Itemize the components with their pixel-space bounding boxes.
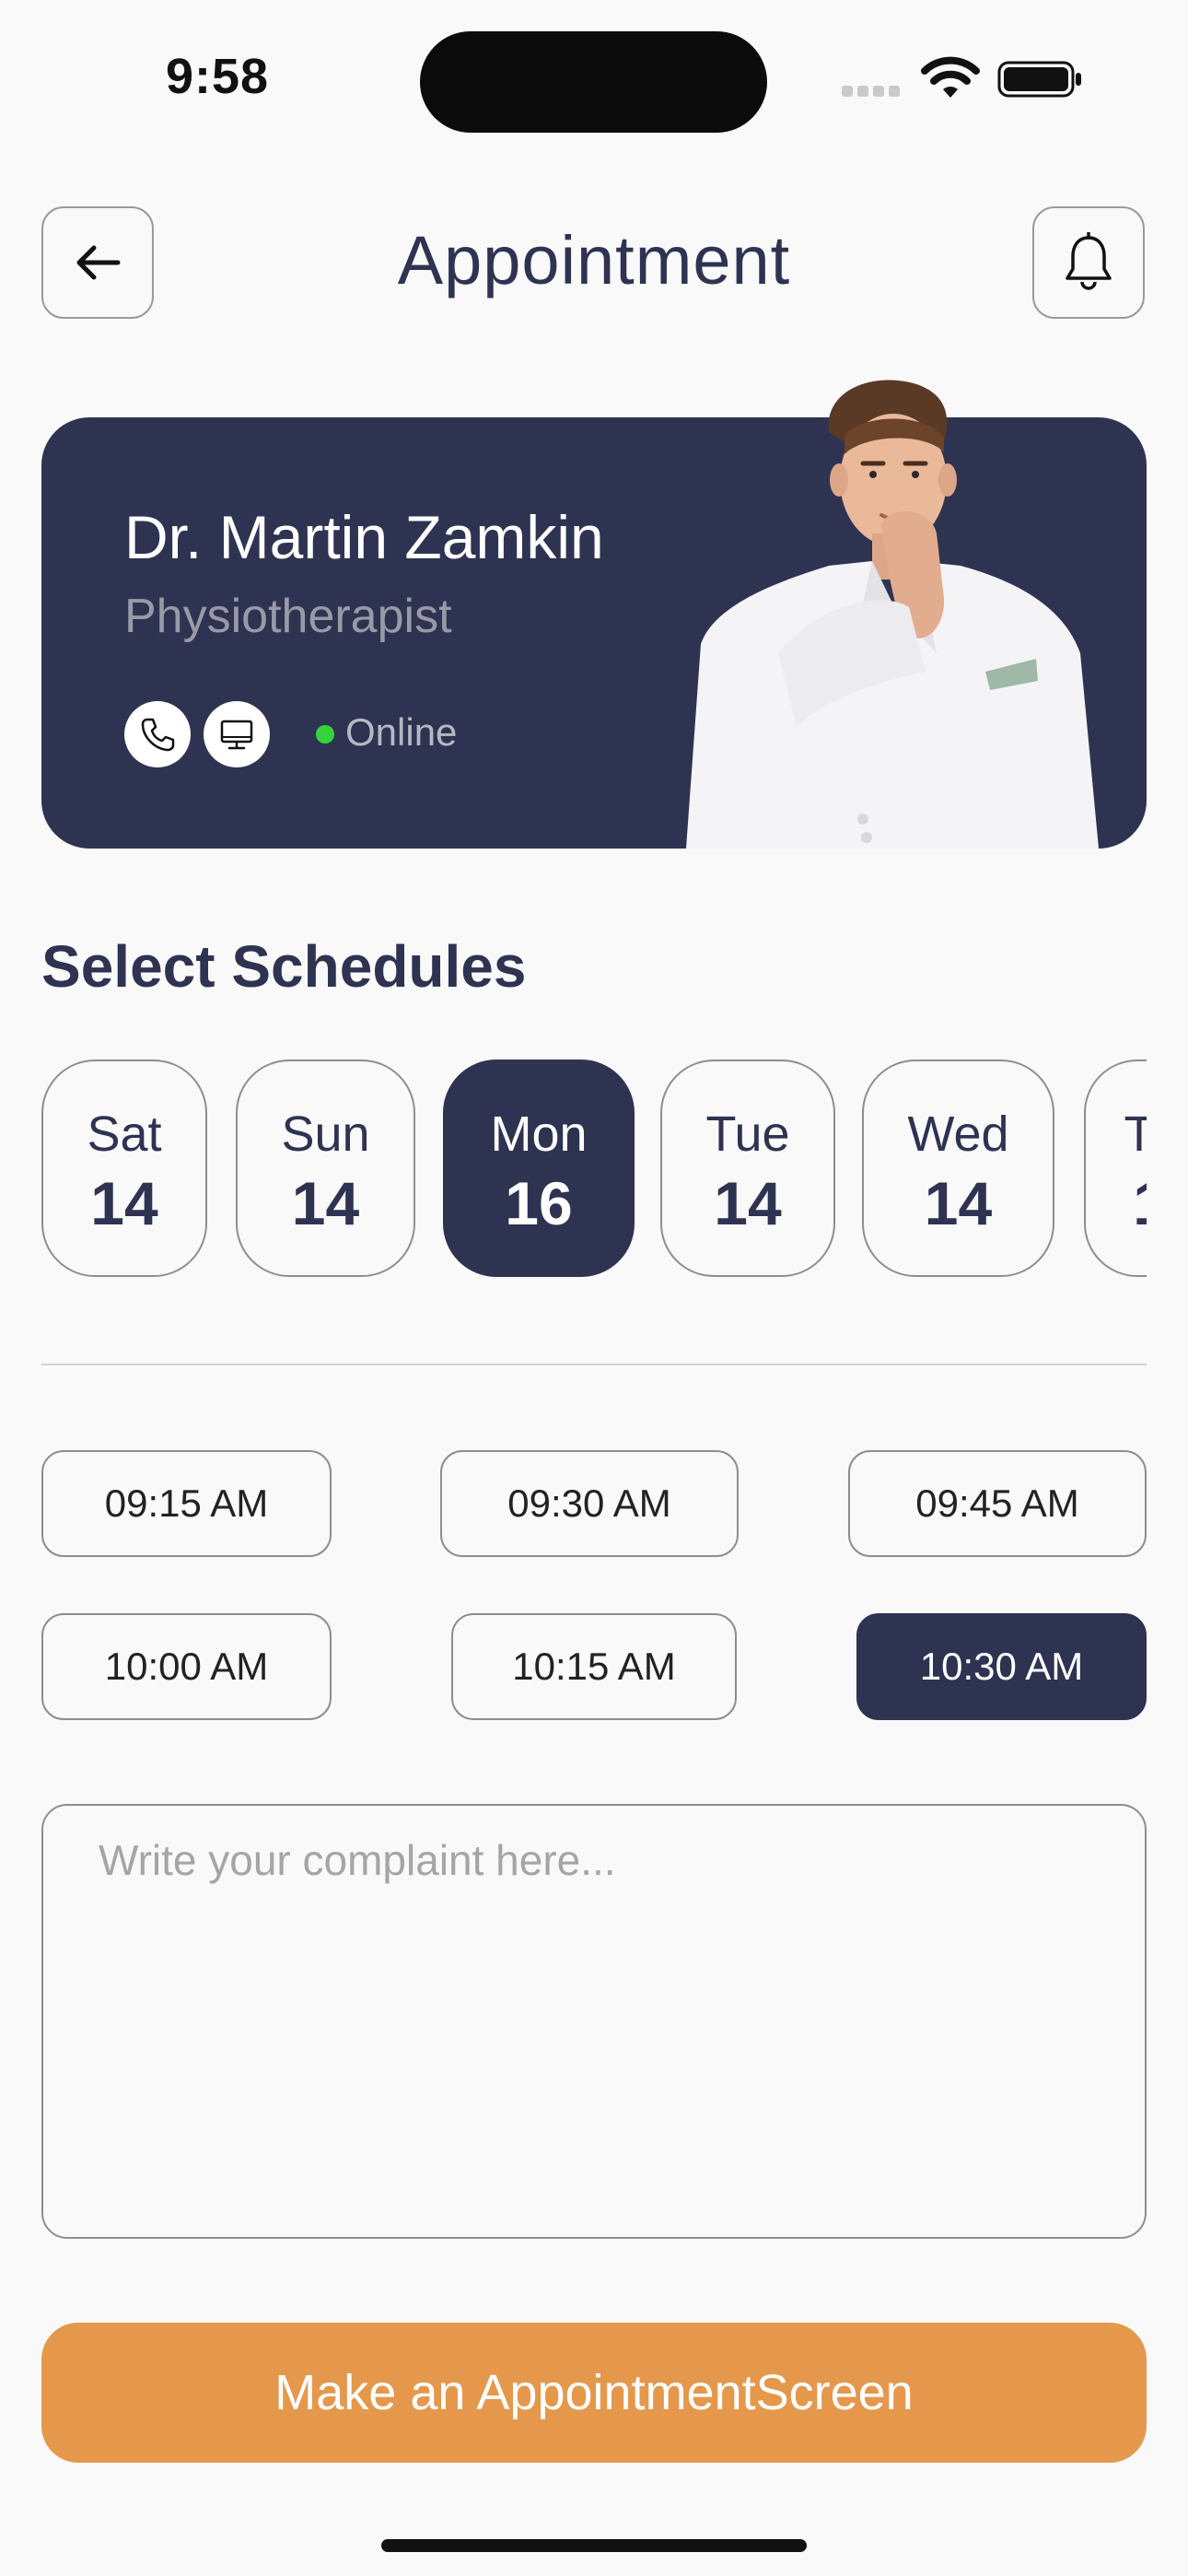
day-chip[interactable]: Sat 14 xyxy=(41,1060,207,1277)
time-slot[interactable]: 10:15 AM xyxy=(451,1613,737,1720)
wifi-icon xyxy=(921,56,980,98)
day-number: 14 xyxy=(291,1169,360,1237)
notifications-button[interactable] xyxy=(1032,206,1145,319)
doctor-card[interactable]: Dr. Martin Zamkin Physiotherapist Online xyxy=(41,380,1147,849)
video-call-button[interactable] xyxy=(204,701,270,767)
doctor-specialty: Physiotherapist xyxy=(124,590,452,643)
time-slot[interactable]: 10:00 AM xyxy=(41,1613,332,1720)
doctor-photo xyxy=(686,380,1099,849)
page-title: Appointment xyxy=(397,222,791,299)
day-chip[interactable]: Wed 14 xyxy=(862,1060,1054,1277)
day-number: 14 xyxy=(90,1169,158,1237)
day-chip[interactable]: Tue 14 xyxy=(660,1060,835,1277)
day-name: Thu xyxy=(1124,1107,1147,1162)
online-status-label: Online xyxy=(345,710,458,754)
day-name: Wed xyxy=(907,1107,1009,1162)
day-number: 16 xyxy=(505,1169,573,1237)
day-name: Mon xyxy=(490,1107,588,1162)
day-chip[interactable]: Thu 14 xyxy=(1084,1060,1147,1277)
time-slot[interactable]: 09:30 AM xyxy=(440,1450,739,1557)
bell-icon xyxy=(1066,232,1112,290)
day-name: Tue xyxy=(705,1107,790,1162)
dynamic-island xyxy=(420,31,767,133)
time-slot[interactable]: 09:45 AM xyxy=(848,1450,1147,1557)
time-slot-selected[interactable]: 10:30 AM xyxy=(856,1613,1147,1720)
complaint-input[interactable] xyxy=(41,1804,1147,2239)
schedules-title: Select Schedules xyxy=(41,933,527,1000)
day-number: 14 xyxy=(1086,1168,1147,1238)
home-indicator xyxy=(381,2539,807,2552)
day-name: Sat xyxy=(87,1107,162,1162)
day-name: Sun xyxy=(281,1107,370,1162)
divider xyxy=(41,1364,1147,1365)
phone-icon xyxy=(141,718,175,752)
make-appointment-button[interactable]: Make an AppointmentScreen xyxy=(41,2323,1147,2463)
time-slot[interactable]: 09:15 AM xyxy=(41,1450,332,1557)
monitor-icon xyxy=(220,720,253,750)
cellular-signal-icon xyxy=(842,85,906,97)
status-time: 9:58 xyxy=(166,49,270,104)
call-button[interactable] xyxy=(124,701,191,767)
online-status-dot xyxy=(316,725,334,744)
day-chip-selected[interactable]: Mon 16 xyxy=(443,1060,635,1277)
battery-icon xyxy=(997,61,1081,98)
day-number: 14 xyxy=(714,1169,782,1237)
day-selector[interactable]: Sat 14 Sun 14 Mon 16 Tue 14 Wed 14 Thu 1… xyxy=(41,1058,1147,1281)
day-number: 14 xyxy=(924,1169,993,1237)
day-chip[interactable]: Sun 14 xyxy=(236,1060,415,1277)
doctor-name: Dr. Martin Zamkin xyxy=(124,503,604,571)
